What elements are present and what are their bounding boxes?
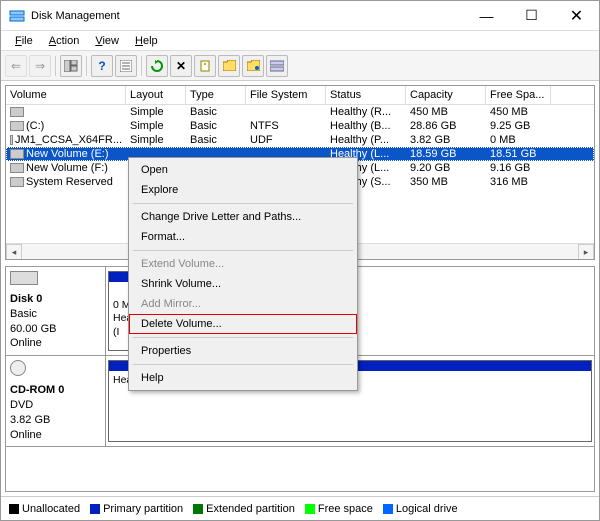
app-icon bbox=[9, 8, 25, 24]
col-status[interactable]: Status bbox=[326, 86, 406, 104]
delete-icon[interactable]: ✕ bbox=[170, 55, 192, 77]
disks-button[interactable] bbox=[266, 55, 288, 77]
legend-unallocated-swatch bbox=[9, 504, 19, 514]
ctx-delete-volume[interactable]: Delete Volume... bbox=[129, 314, 357, 334]
maximize-button[interactable]: ☐ bbox=[509, 1, 554, 30]
cdrom-info[interactable]: CD-ROM 0 DVD 3.82 GB Online bbox=[6, 356, 106, 446]
col-layout[interactable]: Layout bbox=[126, 86, 186, 104]
close-button[interactable]: ✕ bbox=[554, 1, 599, 30]
context-menu: Open Explore Change Drive Letter and Pat… bbox=[128, 157, 358, 391]
volume-header-row: Volume Layout Type File System Status Ca… bbox=[6, 86, 594, 105]
disk0-info[interactable]: Disk 0 Basic 60.00 GB Online bbox=[6, 267, 106, 355]
minimize-button[interactable]: — bbox=[464, 1, 509, 30]
ctx-open[interactable]: Open bbox=[129, 160, 357, 180]
menu-file[interactable]: File bbox=[7, 33, 41, 49]
col-fs[interactable]: File System bbox=[246, 86, 326, 104]
ctx-help[interactable]: Help bbox=[129, 368, 357, 388]
menu-help[interactable]: Help bbox=[127, 33, 166, 49]
menu-view[interactable]: View bbox=[87, 33, 127, 49]
legend-logical-swatch bbox=[383, 504, 393, 514]
volume-row[interactable]: (C:)SimpleBasicNTFSHealthy (B...28.86 GB… bbox=[6, 119, 594, 133]
cd-icon bbox=[10, 360, 26, 376]
volume-icon bbox=[10, 107, 24, 117]
volume-row[interactable]: JM1_CCSA_X64FR...SimpleBasicUDFHealthy (… bbox=[6, 133, 594, 147]
col-type[interactable]: Type bbox=[186, 86, 246, 104]
legend-free-swatch bbox=[305, 504, 315, 514]
legend-primary-swatch bbox=[90, 504, 100, 514]
disk-management-window: Disk Management — ☐ ✕ File Action View H… bbox=[0, 0, 600, 521]
volume-icon bbox=[10, 177, 24, 187]
folder1-button[interactable] bbox=[218, 55, 240, 77]
volume-icon bbox=[10, 135, 13, 145]
settings-button[interactable] bbox=[115, 55, 137, 77]
ctx-format[interactable]: Format... bbox=[129, 227, 357, 247]
volume-icon bbox=[10, 149, 24, 159]
legend: Unallocated Primary partition Extended p… bbox=[1, 496, 599, 520]
show-hide-button[interactable] bbox=[60, 55, 82, 77]
ctx-extend-volume: Extend Volume... bbox=[129, 254, 357, 274]
ctx-add-mirror: Add Mirror... bbox=[129, 294, 357, 314]
ctx-shrink-volume[interactable]: Shrink Volume... bbox=[129, 274, 357, 294]
forward-button[interactable]: ⇒ bbox=[29, 55, 51, 77]
col-volume[interactable]: Volume bbox=[6, 86, 126, 104]
volume-row[interactable]: SimpleBasicHealthy (R...450 MB450 MB bbox=[6, 105, 594, 119]
legend-extended-swatch bbox=[193, 504, 203, 514]
disk-icon bbox=[10, 271, 38, 285]
volume-icon bbox=[10, 121, 24, 131]
scroll-right[interactable]: ▸ bbox=[578, 244, 594, 260]
col-free[interactable]: Free Spa... bbox=[486, 86, 551, 104]
toolbar: ⇐ ⇒ ? ✕ bbox=[1, 51, 599, 81]
ctx-properties[interactable]: Properties bbox=[129, 341, 357, 361]
titlebar: Disk Management — ☐ ✕ bbox=[1, 1, 599, 31]
menu-action[interactable]: Action bbox=[41, 33, 88, 49]
ctx-explore[interactable]: Explore bbox=[129, 180, 357, 200]
scroll-left[interactable]: ◂ bbox=[6, 244, 22, 260]
menubar: File Action View Help bbox=[1, 31, 599, 51]
refresh-button[interactable] bbox=[146, 55, 168, 77]
ctx-change-drive-letter[interactable]: Change Drive Letter and Paths... bbox=[129, 207, 357, 227]
folder2-button[interactable] bbox=[242, 55, 264, 77]
back-button[interactable]: ⇐ bbox=[5, 55, 27, 77]
window-title: Disk Management bbox=[31, 10, 464, 22]
help-button[interactable]: ? bbox=[91, 55, 113, 77]
volume-icon bbox=[10, 163, 24, 173]
col-capacity[interactable]: Capacity bbox=[406, 86, 486, 104]
properties-button[interactable] bbox=[194, 55, 216, 77]
